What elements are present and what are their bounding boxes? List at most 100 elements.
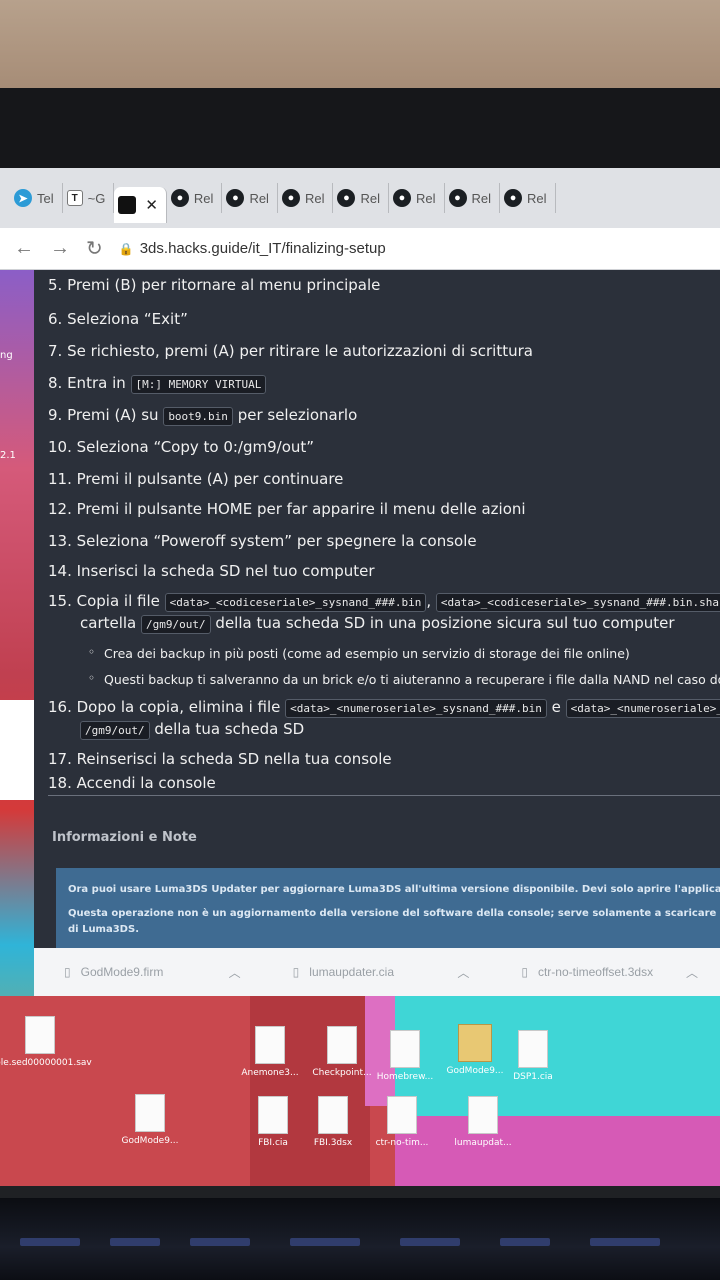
tab-github-release[interactable]: ● Rel xyxy=(167,183,223,213)
desktop-file[interactable]: ble.sed00000001.sav xyxy=(0,1016,92,1068)
back-arrow-icon[interactable]: ← xyxy=(14,237,34,260)
step-13: 13. Seleziona “Poweroff system” per speg… xyxy=(48,532,477,550)
file-label: DSP1.cia xyxy=(513,1072,553,1082)
inline-code: /gm9/out/ xyxy=(141,615,211,634)
desktop-file[interactable]: ctr-no-tim... xyxy=(357,1096,447,1148)
keyboard xyxy=(0,1198,720,1280)
tab-label: Rel xyxy=(360,190,380,206)
desktop-file[interactable]: lumaupdat... xyxy=(438,1096,528,1148)
step-17: 17. Reinserisci la scheda SD nella tua c… xyxy=(48,750,392,768)
file-icon xyxy=(387,1096,417,1134)
file-icon xyxy=(255,1026,285,1064)
step-text: cartella xyxy=(80,614,137,632)
archive-icon xyxy=(458,1024,492,1062)
download-item[interactable]: ▯ ctr-no-timeoffset.3dsx ︿ xyxy=(491,964,720,981)
tab-label: Rel xyxy=(527,190,547,206)
step-9: 9. Premi (A) su boot9.bin per selezionar… xyxy=(48,406,357,426)
file-icon xyxy=(135,1094,165,1132)
file-label: Homebrew... xyxy=(376,1072,434,1082)
step-18: 18. Accendi la console xyxy=(48,774,216,792)
tab-t[interactable]: T ~G xyxy=(63,183,115,213)
info-text: di Luma3DS. xyxy=(68,924,139,935)
chevron-up-icon[interactable]: ︿ xyxy=(229,964,241,981)
url-field[interactable]: 🔒 3ds.hacks.guide/it_IT/finalizing-setup xyxy=(119,240,386,257)
tab-label: Rel xyxy=(304,190,325,206)
step-5: 5. Premi (B) per ritornare al menu princ… xyxy=(48,276,381,294)
tab-label: Tel xyxy=(37,190,54,206)
desktop-file[interactable]: GodMode9... xyxy=(105,1094,195,1146)
tab-label: ~G xyxy=(87,190,106,206)
tab-github-release[interactable]: ● Rel xyxy=(389,183,445,213)
chevron-up-icon[interactable]: ︿ xyxy=(686,964,698,981)
tab-github-release[interactable]: ● Rel xyxy=(333,183,389,213)
notes-heading: Informazioni e Note xyxy=(52,830,197,845)
download-item[interactable]: ▯ GodMode9.firm ︿ xyxy=(34,964,263,981)
step-16: 16. Dopo la copia, elimina i file <data>… xyxy=(48,698,720,718)
sub-bullet: Questi backup ti salveranno da un brick … xyxy=(88,671,720,687)
download-bar: ▯ GodMode9.firm ︿ ▯ lumaupdater.cia ︿ ▯ … xyxy=(34,948,720,996)
download-item[interactable]: ▯ lumaupdater.cia ︿ xyxy=(263,964,492,981)
tab-github-release[interactable]: ● Rel xyxy=(222,183,278,213)
chevron-up-icon[interactable]: ︿ xyxy=(457,964,469,981)
tab-telegram[interactable]: ➤ Tel xyxy=(10,183,63,213)
download-filename: GodMode9.firm xyxy=(80,965,164,979)
inline-code: <data>_<numeroseriale>_sys xyxy=(565,699,720,718)
step-text: , xyxy=(426,592,432,610)
inline-code: <data>_<codiceseriale>_sysnand_###.bin xyxy=(164,593,427,612)
file-icon xyxy=(390,1030,420,1068)
address-bar: ← → ↻ 🔒 3ds.hacks.guide/it_IT/finalizing-… xyxy=(0,228,720,270)
step-15: 15. Copia il file <data>_<codiceseriale>… xyxy=(48,592,720,612)
tab-label: Rel xyxy=(249,190,269,206)
step-text: 16. Dopo la copia, elimina i file xyxy=(48,698,281,716)
download-filename: ctr-no-timeoffset.3dsx xyxy=(537,965,654,979)
file-icon xyxy=(327,1026,357,1064)
tab-github-release[interactable]: ● Rel xyxy=(500,183,556,213)
info-box: Ora puoi usare Luma3DS Updater per aggio… xyxy=(56,868,720,948)
forward-arrow-icon[interactable]: → xyxy=(50,237,70,260)
file-label: FBI.3dsx xyxy=(313,1138,353,1148)
step-7: 7. Se richiesto, premi (A) per ritirare … xyxy=(48,342,533,360)
github-icon: ● xyxy=(448,189,467,207)
inline-code: boot9.bin xyxy=(163,407,233,426)
file-label: FBI.cia xyxy=(258,1138,288,1148)
github-icon: ● xyxy=(281,189,300,207)
reload-icon[interactable]: ↻ xyxy=(86,236,103,261)
github-icon: ● xyxy=(337,189,356,207)
github-icon: ● xyxy=(226,189,245,207)
inline-code: <data>_<numeroseriale>_sysnand_###.bin xyxy=(285,699,547,718)
close-icon[interactable]: ✕ xyxy=(145,196,158,214)
file-label: ble.sed00000001.sav xyxy=(0,1058,92,1068)
file-icon xyxy=(468,1096,498,1134)
sidebar-fragment: ng xyxy=(0,350,13,361)
step-text: della tua scheda SD xyxy=(154,720,305,738)
step-6: 6. Seleziona “Exit” xyxy=(48,310,188,328)
desktop-file[interactable]: DSP1.cia xyxy=(488,1030,578,1082)
lock-icon: 🔒 xyxy=(118,242,134,256)
file-icon xyxy=(25,1016,55,1054)
step-text: della tua scheda SD in una posizione sic… xyxy=(215,614,675,632)
file-icon xyxy=(258,1096,288,1134)
step-15-line-2: cartella /gm9/out/ della tua scheda SD i… xyxy=(80,614,675,634)
file-label: Anemone3... xyxy=(241,1068,299,1078)
step-8: 8. Entra in [M:] MEMORY VIRTUAL xyxy=(48,374,267,394)
file-label: lumaupdat... xyxy=(454,1138,512,1148)
step-12: 12. Premi il pulsante HOME per far appar… xyxy=(48,500,526,518)
file-icon: ▯ xyxy=(64,965,71,979)
info-text: Questa operazione non è un aggiornamento… xyxy=(68,908,720,919)
step-16-line-2: /gm9/out/ della tua scheda SD xyxy=(80,720,305,740)
divider xyxy=(48,795,720,796)
download-filename: lumaupdater.cia xyxy=(309,965,395,979)
tab-label: Rel xyxy=(415,190,436,206)
monitor-screen: ➤ Tel T ~G ✕ ● Rel ● Rel ● Rel ● Rel ● R… xyxy=(0,168,720,1198)
github-icon: ● xyxy=(504,189,523,207)
taskbar xyxy=(0,1186,720,1198)
file-icon xyxy=(318,1096,348,1134)
step-text: 15. Copia il file xyxy=(48,592,160,610)
tab-github-release[interactable]: ● Rel xyxy=(278,183,334,213)
tab-active[interactable]: ✕ xyxy=(114,187,167,223)
sidebar-fragment: 2.1 xyxy=(0,450,16,461)
file-label: ctr-no-tim... xyxy=(375,1138,429,1148)
tab-github-release[interactable]: ● Rel xyxy=(445,183,501,213)
inline-code: /gm9/out/ xyxy=(80,721,150,740)
browser-tab-strip: ➤ Tel T ~G ✕ ● Rel ● Rel ● Rel ● Rel ● R… xyxy=(0,168,720,228)
